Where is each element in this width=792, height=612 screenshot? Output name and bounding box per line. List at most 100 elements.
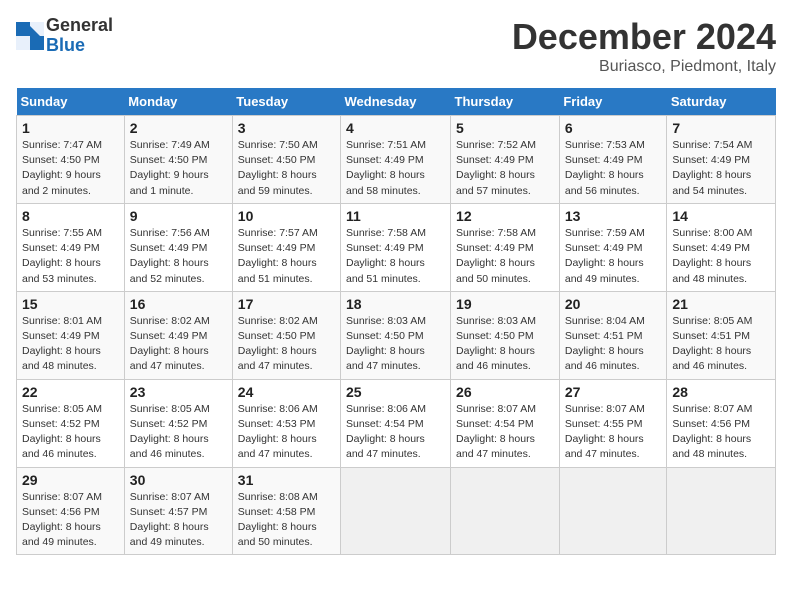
day-info: Sunrise: 7:51 AM Sunset: 4:49 PM Dayligh…: [346, 138, 445, 199]
day-number: 28: [672, 384, 770, 400]
day-cell: 2 Sunrise: 7:49 AM Sunset: 4:50 PM Dayli…: [124, 116, 232, 204]
day-info: Sunrise: 7:49 AM Sunset: 4:50 PM Dayligh…: [130, 138, 227, 199]
header-row: Sunday Monday Tuesday Wednesday Thursday…: [17, 88, 776, 116]
col-monday: Monday: [124, 88, 232, 116]
day-number: 14: [672, 208, 770, 224]
day-info: Sunrise: 7:55 AM Sunset: 4:49 PM Dayligh…: [22, 226, 119, 287]
day-number: 19: [456, 296, 554, 312]
day-info: Sunrise: 7:53 AM Sunset: 4:49 PM Dayligh…: [565, 138, 662, 199]
calendar-week: 8 Sunrise: 7:55 AM Sunset: 4:49 PM Dayli…: [17, 203, 776, 291]
day-number: 16: [130, 296, 227, 312]
day-number: 24: [238, 384, 335, 400]
day-cell: 21 Sunrise: 8:05 AM Sunset: 4:51 PM Dayl…: [667, 291, 776, 379]
day-number: 13: [565, 208, 662, 224]
empty-cell: [667, 467, 776, 555]
logo-icon: [16, 22, 44, 50]
day-number: 18: [346, 296, 445, 312]
day-number: 5: [456, 120, 554, 136]
day-number: 31: [238, 472, 335, 488]
day-info: Sunrise: 7:58 AM Sunset: 4:49 PM Dayligh…: [456, 226, 554, 287]
day-cell: 9 Sunrise: 7:56 AM Sunset: 4:49 PM Dayli…: [124, 203, 232, 291]
day-info: Sunrise: 8:08 AM Sunset: 4:58 PM Dayligh…: [238, 490, 335, 551]
calendar-week: 22 Sunrise: 8:05 AM Sunset: 4:52 PM Dayl…: [17, 379, 776, 467]
day-cell: 14 Sunrise: 8:00 AM Sunset: 4:49 PM Dayl…: [667, 203, 776, 291]
day-number: 2: [130, 120, 227, 136]
day-cell: 25 Sunrise: 8:06 AM Sunset: 4:54 PM Dayl…: [341, 379, 451, 467]
day-cell: 22 Sunrise: 8:05 AM Sunset: 4:52 PM Dayl…: [17, 379, 125, 467]
day-info: Sunrise: 8:04 AM Sunset: 4:51 PM Dayligh…: [565, 314, 662, 375]
day-info: Sunrise: 8:03 AM Sunset: 4:50 PM Dayligh…: [456, 314, 554, 375]
day-number: 4: [346, 120, 445, 136]
day-number: 11: [346, 208, 445, 224]
day-number: 9: [130, 208, 227, 224]
day-info: Sunrise: 8:00 AM Sunset: 4:49 PM Dayligh…: [672, 226, 770, 287]
calendar-week: 29 Sunrise: 8:07 AM Sunset: 4:56 PM Dayl…: [17, 467, 776, 555]
day-cell: 1 Sunrise: 7:47 AM Sunset: 4:50 PM Dayli…: [17, 116, 125, 204]
day-number: 3: [238, 120, 335, 136]
day-info: Sunrise: 7:59 AM Sunset: 4:49 PM Dayligh…: [565, 226, 662, 287]
day-cell: 20 Sunrise: 8:04 AM Sunset: 4:51 PM Dayl…: [559, 291, 667, 379]
day-info: Sunrise: 8:02 AM Sunset: 4:49 PM Dayligh…: [130, 314, 227, 375]
day-info: Sunrise: 8:05 AM Sunset: 4:51 PM Dayligh…: [672, 314, 770, 375]
day-number: 10: [238, 208, 335, 224]
day-info: Sunrise: 8:05 AM Sunset: 4:52 PM Dayligh…: [130, 402, 227, 463]
logo-blue: Blue: [46, 36, 113, 56]
day-cell: 17 Sunrise: 8:02 AM Sunset: 4:50 PM Dayl…: [232, 291, 340, 379]
day-number: 29: [22, 472, 119, 488]
title-area: December 2024 Buriasco, Piedmont, Italy: [512, 16, 776, 76]
day-cell: 13 Sunrise: 7:59 AM Sunset: 4:49 PM Dayl…: [559, 203, 667, 291]
day-number: 8: [22, 208, 119, 224]
day-info: Sunrise: 8:05 AM Sunset: 4:52 PM Dayligh…: [22, 402, 119, 463]
day-cell: 11 Sunrise: 7:58 AM Sunset: 4:49 PM Dayl…: [341, 203, 451, 291]
day-cell: 28 Sunrise: 8:07 AM Sunset: 4:56 PM Dayl…: [667, 379, 776, 467]
calendar-week: 1 Sunrise: 7:47 AM Sunset: 4:50 PM Dayli…: [17, 116, 776, 204]
day-cell: 10 Sunrise: 7:57 AM Sunset: 4:49 PM Dayl…: [232, 203, 340, 291]
day-cell: 12 Sunrise: 7:58 AM Sunset: 4:49 PM Dayl…: [451, 203, 560, 291]
day-cell: 24 Sunrise: 8:06 AM Sunset: 4:53 PM Dayl…: [232, 379, 340, 467]
day-info: Sunrise: 8:07 AM Sunset: 4:56 PM Dayligh…: [672, 402, 770, 463]
day-cell: 29 Sunrise: 8:07 AM Sunset: 4:56 PM Dayl…: [17, 467, 125, 555]
empty-cell: [341, 467, 451, 555]
day-number: 15: [22, 296, 119, 312]
day-info: Sunrise: 7:57 AM Sunset: 4:49 PM Dayligh…: [238, 226, 335, 287]
day-cell: 7 Sunrise: 7:54 AM Sunset: 4:49 PM Dayli…: [667, 116, 776, 204]
day-cell: 26 Sunrise: 8:07 AM Sunset: 4:54 PM Dayl…: [451, 379, 560, 467]
day-number: 25: [346, 384, 445, 400]
day-cell: 30 Sunrise: 8:07 AM Sunset: 4:57 PM Dayl…: [124, 467, 232, 555]
day-number: 12: [456, 208, 554, 224]
day-cell: 16 Sunrise: 8:02 AM Sunset: 4:49 PM Dayl…: [124, 291, 232, 379]
day-info: Sunrise: 8:07 AM Sunset: 4:55 PM Dayligh…: [565, 402, 662, 463]
logo: General Blue: [16, 16, 113, 56]
day-number: 22: [22, 384, 119, 400]
header: General Blue December 2024 Buriasco, Pie…: [16, 16, 776, 76]
col-friday: Friday: [559, 88, 667, 116]
day-number: 26: [456, 384, 554, 400]
day-info: Sunrise: 7:58 AM Sunset: 4:49 PM Dayligh…: [346, 226, 445, 287]
day-number: 17: [238, 296, 335, 312]
col-saturday: Saturday: [667, 88, 776, 116]
day-cell: 18 Sunrise: 8:03 AM Sunset: 4:50 PM Dayl…: [341, 291, 451, 379]
empty-cell: [451, 467, 560, 555]
day-info: Sunrise: 7:47 AM Sunset: 4:50 PM Dayligh…: [22, 138, 119, 199]
day-info: Sunrise: 8:06 AM Sunset: 4:53 PM Dayligh…: [238, 402, 335, 463]
day-cell: 27 Sunrise: 8:07 AM Sunset: 4:55 PM Dayl…: [559, 379, 667, 467]
day-cell: 3 Sunrise: 7:50 AM Sunset: 4:50 PM Dayli…: [232, 116, 340, 204]
calendar-subtitle: Buriasco, Piedmont, Italy: [512, 58, 776, 76]
empty-cell: [559, 467, 667, 555]
day-info: Sunrise: 8:03 AM Sunset: 4:50 PM Dayligh…: [346, 314, 445, 375]
day-info: Sunrise: 8:01 AM Sunset: 4:49 PM Dayligh…: [22, 314, 119, 375]
logo-general: General: [46, 16, 113, 36]
col-tuesday: Tuesday: [232, 88, 340, 116]
day-number: 6: [565, 120, 662, 136]
day-info: Sunrise: 8:06 AM Sunset: 4:54 PM Dayligh…: [346, 402, 445, 463]
day-cell: 31 Sunrise: 8:08 AM Sunset: 4:58 PM Dayl…: [232, 467, 340, 555]
day-info: Sunrise: 8:07 AM Sunset: 4:54 PM Dayligh…: [456, 402, 554, 463]
day-info: Sunrise: 7:54 AM Sunset: 4:49 PM Dayligh…: [672, 138, 770, 199]
day-cell: 4 Sunrise: 7:51 AM Sunset: 4:49 PM Dayli…: [341, 116, 451, 204]
calendar-title: December 2024: [512, 16, 776, 58]
day-number: 1: [22, 120, 119, 136]
col-thursday: Thursday: [451, 88, 560, 116]
day-info: Sunrise: 8:07 AM Sunset: 4:57 PM Dayligh…: [130, 490, 227, 551]
day-cell: 19 Sunrise: 8:03 AM Sunset: 4:50 PM Dayl…: [451, 291, 560, 379]
day-cell: 23 Sunrise: 8:05 AM Sunset: 4:52 PM Dayl…: [124, 379, 232, 467]
